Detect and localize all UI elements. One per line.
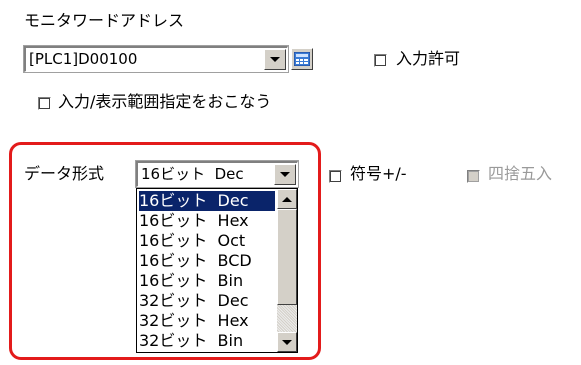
dropdown-arrow-icon[interactable] — [274, 164, 296, 185]
sign-checkbox[interactable] — [329, 170, 342, 183]
list-item[interactable]: 16ビット Oct — [139, 231, 275, 251]
data-format-label: データ形式 — [24, 164, 105, 183]
monitor-address-label: モニタワードアドレス — [24, 11, 185, 30]
list-item[interactable]: 32ビット Bin — [139, 331, 275, 351]
data-format-combobox[interactable]: 16ビット Dec — [135, 160, 299, 188]
scroll-down-button[interactable] — [277, 332, 297, 352]
sign-label: 符号+/- — [350, 164, 407, 183]
list-scrollbar[interactable] — [277, 189, 297, 352]
input-allow-label: 入力許可 — [396, 49, 461, 68]
scroll-thumb[interactable] — [277, 209, 297, 305]
dropdown-arrow-icon[interactable] — [264, 49, 286, 70]
list-item[interactable]: 16ビット Bin — [139, 271, 275, 291]
list-item[interactable]: 16ビット Hex — [139, 211, 275, 231]
range-specify-label: 入力/表示範囲指定をおこなう — [58, 92, 272, 111]
scroll-up-icon — [282, 196, 292, 202]
keypad-button[interactable] — [291, 48, 313, 70]
round-checkbox — [467, 170, 480, 183]
monitor-address-combobox[interactable]: [PLC1]D00100 — [23, 45, 289, 73]
list-item[interactable]: 16ビット BCD — [139, 251, 275, 271]
range-specify-checkbox[interactable] — [38, 97, 51, 110]
list-item[interactable]: 32ビット Hex — [139, 311, 275, 331]
scroll-up-button[interactable] — [277, 189, 297, 209]
settings-panel: モニタワードアドレス [PLC1]D00100 入力許可 入力/表示範囲指定をお… — [0, 0, 581, 365]
input-allow-checkbox[interactable] — [374, 54, 387, 67]
list-item[interactable]: 16ビット Dec — [139, 191, 275, 211]
data-format-selected: 16ビット Dec — [141, 165, 244, 183]
data-format-dropdown-list[interactable]: 16ビット Dec 16ビット Hex 16ビット Oct 16ビット BCD … — [136, 188, 298, 353]
round-label: 四捨五入 — [488, 164, 553, 183]
keypad-icon — [294, 52, 310, 66]
scroll-down-icon — [282, 339, 292, 345]
list-item[interactable]: 32ビット Dec — [139, 291, 275, 311]
monitor-address-value: [PLC1]D00100 — [29, 50, 138, 68]
